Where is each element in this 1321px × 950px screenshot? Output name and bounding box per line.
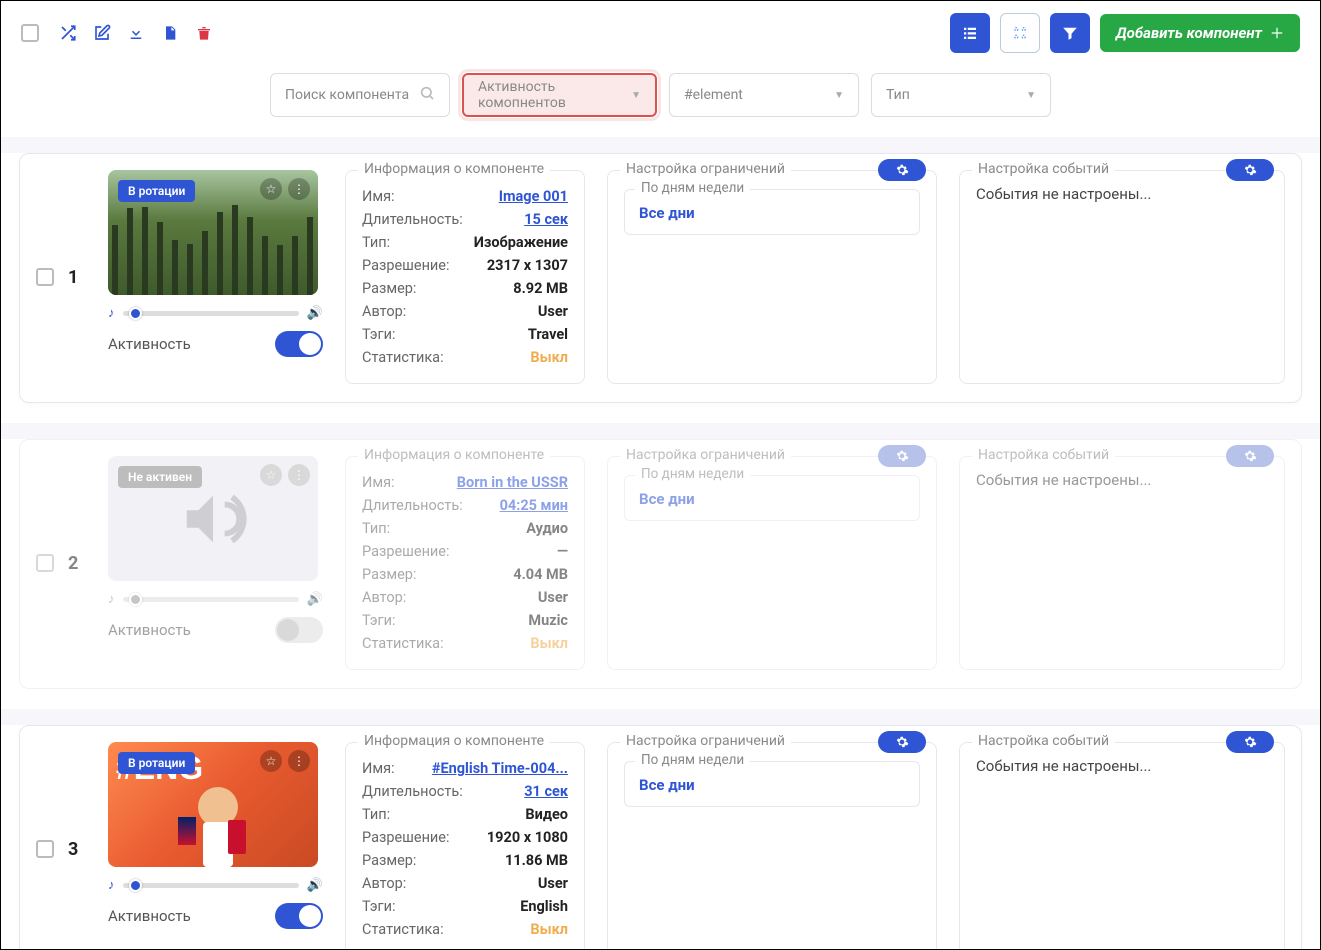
events-panel: Настройка событийСобытия не настроены... bbox=[959, 170, 1285, 384]
row-index: 3 bbox=[68, 839, 78, 860]
volume-slider[interactable]: ♪🔊 bbox=[108, 305, 323, 321]
file-icon[interactable] bbox=[161, 24, 179, 42]
filter-bar: Поиск компонента Активность комопнентов … bbox=[1, 65, 1320, 137]
events-empty-text: События не настроены... bbox=[976, 757, 1268, 775]
edit-icon[interactable] bbox=[93, 24, 111, 42]
component-name-link[interactable]: Born in the USSR bbox=[457, 474, 568, 491]
panel-title: Настройка событий bbox=[972, 161, 1115, 177]
panel-title: Настройка событий bbox=[972, 733, 1115, 749]
limits-panel: Настройка ограниченийПо дням неделиВсе д… bbox=[607, 742, 937, 950]
days-label: По дням недели bbox=[635, 466, 750, 482]
toolbar: Добавить компонент bbox=[1, 1, 1320, 65]
activity-toggle[interactable] bbox=[275, 617, 323, 643]
type-dropdown[interactable]: Тип ▼ bbox=[871, 73, 1051, 117]
activity-toggle[interactable] bbox=[275, 903, 323, 929]
preview-thumbnail[interactable]: В ротации ☆ ⋮ bbox=[108, 170, 318, 295]
info-panel: Информация о компонентеИмя:#English Time… bbox=[345, 742, 585, 950]
limits-panel: Настройка ограниченийПо дням неделиВсе д… bbox=[607, 456, 937, 670]
search-icon bbox=[419, 85, 435, 105]
volume-low-icon: ♪ bbox=[108, 591, 115, 607]
more-icon[interactable]: ⋮ bbox=[288, 464, 310, 486]
panel-title: Настройка ограничений bbox=[620, 161, 791, 177]
download-icon[interactable] bbox=[127, 24, 145, 42]
events-panel: Настройка событийСобытия не настроены... bbox=[959, 456, 1285, 670]
shuffle-icon[interactable] bbox=[59, 24, 77, 42]
component-name-link[interactable]: #English Time-004... bbox=[432, 760, 568, 777]
component-card: 3#ENGВ ротации☆⋮♪🔊АктивностьИнформация о… bbox=[19, 725, 1302, 950]
limits-settings-button[interactable] bbox=[878, 445, 926, 467]
add-component-button[interactable]: Добавить компонент bbox=[1100, 14, 1300, 52]
filter-button[interactable] bbox=[1050, 13, 1090, 53]
star-icon[interactable]: ☆ bbox=[260, 750, 282, 772]
row-index: 1 bbox=[68, 267, 78, 288]
events-panel: Настройка событийСобытия не настроены... bbox=[959, 742, 1285, 950]
activity-label: Активность bbox=[108, 335, 191, 353]
more-icon[interactable]: ⋮ bbox=[288, 178, 310, 200]
info-panel: Информация о компонентеИмя:Image 001Длит… bbox=[345, 170, 585, 384]
limits-settings-button[interactable] bbox=[878, 159, 926, 181]
component-card: 2Не активен☆⋮♪🔊АктивностьИнформация о ко… bbox=[19, 439, 1302, 689]
volume-high-icon: 🔊 bbox=[307, 592, 323, 607]
search-input[interactable]: Поиск компонента bbox=[270, 73, 450, 117]
star-icon[interactable]: ☆ bbox=[260, 464, 282, 486]
list-view-button[interactable] bbox=[950, 13, 990, 53]
events-empty-text: События не настроены... bbox=[976, 471, 1268, 489]
panel-title: Информация о компоненте bbox=[358, 161, 550, 177]
duration-link[interactable]: 04:25 мин bbox=[500, 497, 568, 514]
events-settings-button[interactable] bbox=[1226, 731, 1274, 753]
activity-label: Активность bbox=[108, 907, 191, 925]
add-button-label: Добавить компонент bbox=[1116, 24, 1262, 42]
volume-slider[interactable]: ♪🔊 bbox=[108, 877, 323, 893]
row-checkbox[interactable] bbox=[36, 268, 54, 286]
trash-icon[interactable] bbox=[195, 24, 213, 42]
events-settings-button[interactable] bbox=[1226, 159, 1274, 181]
row-checkbox[interactable] bbox=[36, 840, 54, 858]
row-checkbox[interactable] bbox=[36, 554, 54, 572]
events-settings-button[interactable] bbox=[1226, 445, 1274, 467]
volume-slider[interactable]: ♪🔊 bbox=[108, 591, 323, 607]
panel-title: Информация о компоненте bbox=[358, 447, 550, 463]
preview-thumbnail[interactable]: #ENGВ ротации☆⋮ bbox=[108, 742, 318, 867]
days-value: Все дни bbox=[639, 204, 905, 222]
limits-settings-button[interactable] bbox=[878, 731, 926, 753]
days-value: Все дни bbox=[639, 490, 905, 508]
status-badge: В ротации bbox=[118, 180, 195, 202]
status-badge: Не активен bbox=[118, 466, 202, 488]
select-all-checkbox[interactable] bbox=[21, 24, 39, 42]
events-empty-text: События не настроены... bbox=[976, 185, 1268, 203]
status-badge: В ротации bbox=[118, 752, 195, 774]
days-value: Все дни bbox=[639, 776, 905, 794]
preview-thumbnail[interactable]: Не активен ☆ ⋮ bbox=[108, 456, 318, 581]
element-dropdown[interactable]: #element ▼ bbox=[669, 73, 859, 117]
panel-title: Настройка ограничений bbox=[620, 733, 791, 749]
days-label: По дням недели bbox=[635, 180, 750, 196]
chevron-down-icon: ▼ bbox=[1026, 90, 1036, 101]
activity-label: Активность bbox=[108, 621, 191, 639]
volume-low-icon: ♪ bbox=[108, 305, 115, 321]
panel-title: Настройка ограничений bbox=[620, 447, 791, 463]
chevron-down-icon: ▼ bbox=[631, 90, 641, 101]
panel-title: Настройка событий bbox=[972, 447, 1115, 463]
component-card: 1В ротации☆⋮♪🔊АктивностьИнформация о ком… bbox=[19, 153, 1302, 403]
volume-high-icon: 🔊 bbox=[307, 306, 323, 321]
star-icon[interactable]: ☆ bbox=[260, 178, 282, 200]
activity-toggle[interactable] bbox=[275, 331, 323, 357]
chevron-down-icon: ▼ bbox=[834, 90, 844, 101]
row-index: 2 bbox=[68, 553, 78, 574]
duration-link[interactable]: 31 сек bbox=[524, 783, 568, 800]
days-label: По дням недели bbox=[635, 752, 750, 768]
activity-dropdown[interactable]: Активность комопнентов ▼ bbox=[462, 73, 657, 117]
volume-low-icon: ♪ bbox=[108, 877, 115, 893]
grid-view-button[interactable] bbox=[1000, 13, 1040, 53]
more-icon[interactable]: ⋮ bbox=[288, 750, 310, 772]
limits-panel: Настройка ограниченийПо дням неделиВсе д… bbox=[607, 170, 937, 384]
volume-high-icon: 🔊 bbox=[307, 878, 323, 893]
info-panel: Информация о компонентеИмя:Born in the U… bbox=[345, 456, 585, 670]
panel-title: Информация о компоненте bbox=[358, 733, 550, 749]
duration-link[interactable]: 15 сек bbox=[524, 211, 568, 228]
component-name-link[interactable]: Image 001 bbox=[499, 188, 568, 205]
